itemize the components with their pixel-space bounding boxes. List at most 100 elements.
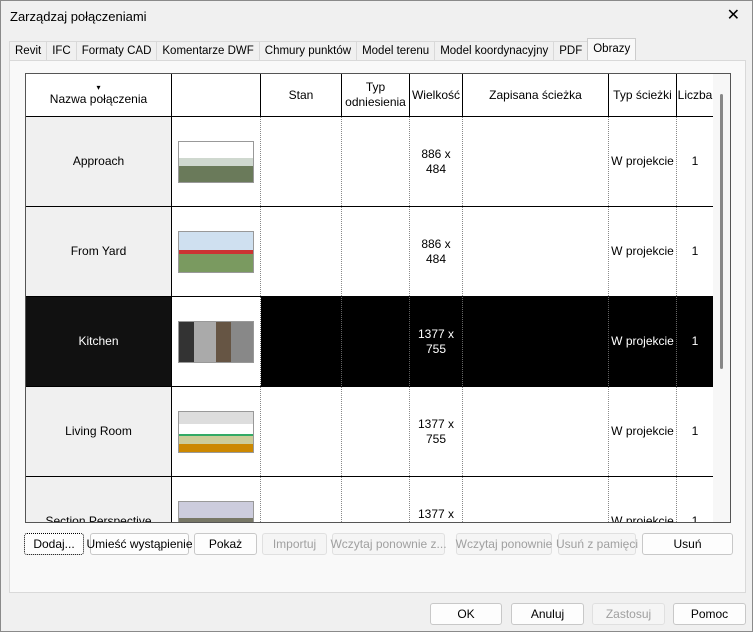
cell-text: 1377 x 755 xyxy=(417,506,455,523)
cell-pathtype: W projekcie xyxy=(609,117,677,206)
column-header[interactable]: Zapisana ścieżka xyxy=(463,74,609,116)
column-header-label: Nazwa połączenia xyxy=(49,91,148,106)
table-row[interactable]: Kitchen 1377 x 755 W projekcie 1 xyxy=(26,297,714,387)
cell-pathtype: W projekcie xyxy=(609,387,677,476)
cell-name: Kitchen xyxy=(26,297,172,386)
close-icon[interactable]: ✕ xyxy=(727,5,740,25)
links-table: ▾ Nazwa połączenia Stan Typ odniesienia Wiel… xyxy=(25,73,731,523)
cell-text: 1377 x 755 xyxy=(417,416,455,446)
dialog-title: Zarządzaj połączeniami xyxy=(10,9,147,24)
cell-text: W projekcie xyxy=(611,424,674,438)
cell-typ xyxy=(342,477,410,522)
cell-typ xyxy=(342,207,410,296)
unload-button[interactable]: Usuń z pamięci xyxy=(556,533,638,555)
help-button[interactable]: Pomoc xyxy=(673,603,746,625)
cell-text: Living Room xyxy=(65,424,132,438)
image-thumbnail xyxy=(178,500,254,522)
table-row[interactable]: Section Perspective 1377 x 755 W projekcie… xyxy=(26,477,714,523)
cell-count: 1 xyxy=(677,477,714,523)
cell-path xyxy=(463,117,609,206)
column-header[interactable]: Typ ścieżki xyxy=(609,74,677,116)
manage-links-dialog: Zarządzaj połączeniami ✕ Revit IFC Formaty… xyxy=(0,0,753,632)
tab-pdf[interactable]: PDF xyxy=(553,41,589,60)
vertical-scrollbar[interactable] xyxy=(713,74,730,522)
cell-name: Living Room xyxy=(26,387,172,476)
cell-size: 1377 x 755 xyxy=(410,387,463,476)
cell-text: W projekcie xyxy=(611,334,674,348)
image-thumbnail xyxy=(178,410,254,453)
cell-text: W projekcie xyxy=(611,244,674,258)
show-button[interactable]: Pokaż xyxy=(194,533,257,555)
tab-komentarze-dwf[interactable]: Komentarze DWF xyxy=(156,41,260,60)
reload-button[interactable]: Wczytaj ponownie xyxy=(456,533,552,555)
tab-formaty-cad[interactable]: Formaty CAD xyxy=(75,41,158,60)
column-header-label: Wielkość xyxy=(411,87,460,102)
table-row[interactable]: Approach 886 x 484 W projekcie 1 xyxy=(26,117,714,207)
column-header-label: Typ odniesienia xyxy=(345,80,406,109)
tab-model-terenu[interactable]: Model terenu xyxy=(356,41,436,60)
cell-path xyxy=(463,477,609,522)
cell-text: 886 x 484 xyxy=(421,236,451,266)
column-header[interactable]: Wielkość xyxy=(410,74,463,116)
column-header-label: Zapisana ścieżka xyxy=(489,87,582,102)
tab-bar: Revit IFC Formaty CAD Komentarze DWF Chmury … xyxy=(9,38,637,60)
cell-text: W projekcie xyxy=(611,514,674,523)
cell-typ xyxy=(342,117,410,206)
cell-size: 886 x 484 xyxy=(410,207,463,296)
column-header[interactable]: Stan xyxy=(261,74,342,116)
table-row[interactable]: From Yard 886 x 484 W projekcie 1 xyxy=(26,207,714,297)
add-button[interactable]: Dodaj... xyxy=(24,533,84,555)
column-header[interactable] xyxy=(172,74,261,116)
import-button[interactable]: Importuj xyxy=(262,533,327,555)
cell-text: W projekcie xyxy=(611,154,674,168)
thumbnail-cell xyxy=(172,477,261,522)
image-thumbnail xyxy=(178,140,254,183)
cell-path xyxy=(463,387,609,476)
apply-button[interactable]: Zastosuj xyxy=(592,603,665,625)
cell-pathtype: W projekcie xyxy=(609,207,677,296)
cell-name: Section Perspective xyxy=(26,477,172,523)
cell-text: 1 xyxy=(691,244,699,258)
tab-model-koordynacyjny[interactable]: Model koordynacyjny xyxy=(434,41,555,60)
cell-stan xyxy=(261,297,342,386)
cell-text: 1 xyxy=(691,154,699,168)
tab-obrazy[interactable]: Obrazy xyxy=(587,38,637,60)
scrollbar-thumb[interactable] xyxy=(720,94,723,369)
cell-pathtype: W projekcie xyxy=(609,477,677,523)
table-header: ▾ Nazwa połączenia Stan Typ odniesienia Wiel… xyxy=(26,74,714,117)
image-thumbnail xyxy=(178,230,254,273)
image-thumbnail xyxy=(178,320,254,363)
sort-arrow-icon: ▾ xyxy=(96,82,101,92)
cell-text: 1 xyxy=(691,514,699,523)
tab-ifc[interactable]: IFC xyxy=(46,41,77,60)
cell-text: 1 xyxy=(691,424,699,438)
table-row[interactable]: Living Room 1377 x 755 W projekcie 1 xyxy=(26,387,714,477)
cell-typ xyxy=(342,297,410,386)
cell-count: 1 xyxy=(677,387,714,476)
cell-name: Approach xyxy=(26,117,172,206)
reload-from-button[interactable]: Wczytaj ponownie z... xyxy=(330,533,447,555)
cell-text: From Yard xyxy=(70,244,127,258)
cell-stan xyxy=(261,477,342,522)
column-header[interactable]: Typ odniesienia xyxy=(342,74,410,116)
cell-name: From Yard xyxy=(26,207,172,296)
tab-revit[interactable]: Revit xyxy=(9,41,48,60)
cell-text: Approach xyxy=(72,154,125,168)
cell-pathtype: W projekcie xyxy=(609,297,677,386)
ok-button[interactable]: OK xyxy=(430,603,502,625)
remove-button[interactable]: Usuń xyxy=(642,533,733,555)
cell-text: Kitchen xyxy=(78,334,119,348)
tab-chmury-punktów[interactable]: Chmury punktów xyxy=(258,41,358,60)
column-header[interactable]: Liczba xyxy=(677,74,714,116)
place-instance-button[interactable]: Umieść wystąpienie xyxy=(86,533,193,555)
column-header[interactable]: ▾ Nazwa połączenia xyxy=(26,74,172,116)
cell-text: Section Perspective xyxy=(45,514,152,523)
cell-stan xyxy=(261,207,342,296)
cell-count: 1 xyxy=(677,207,714,296)
cell-path xyxy=(463,207,609,296)
thumbnail-cell xyxy=(172,387,261,476)
cancel-button[interactable]: Anuluj xyxy=(511,603,584,625)
cell-stan xyxy=(261,387,342,476)
cell-stan xyxy=(261,117,342,206)
cell-size: 1377 x 755 xyxy=(410,477,463,523)
